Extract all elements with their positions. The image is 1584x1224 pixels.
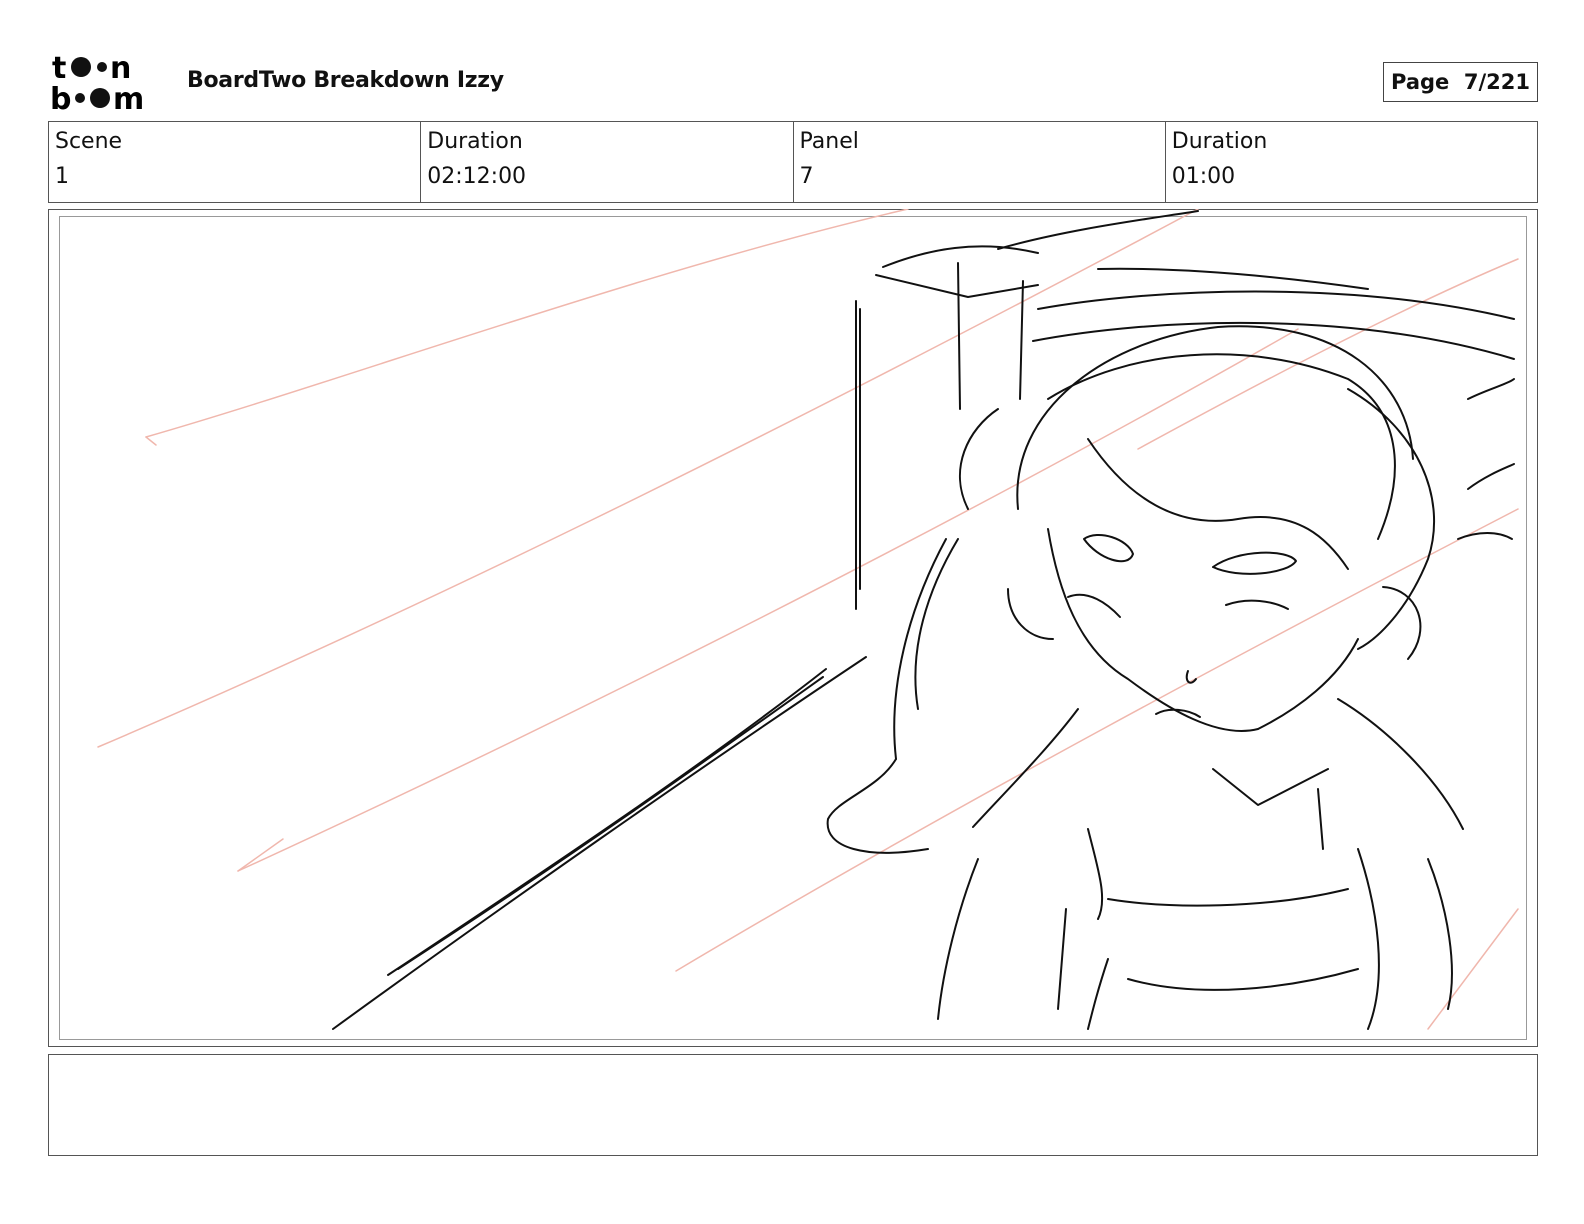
scene-value: 1: [55, 164, 69, 189]
panel-label: Panel: [799, 129, 859, 154]
toonboom-logo: t n b m: [50, 52, 168, 112]
panel-duration-value: 01:00: [1171, 164, 1236, 189]
guide-lines: [97, 209, 1519, 1030]
scene-info-table: Scene 1 Duration 02:12:00 Panel 7 Durati…: [48, 121, 1538, 203]
page-number: 7/221: [1463, 70, 1530, 94]
toonboom-logo-icon: t n b m: [50, 52, 144, 112]
ink-lines: [332, 210, 1515, 1030]
document-title: BoardTwo Breakdown Izzy: [187, 68, 504, 93]
scene-duration-value: 02:12:00: [427, 164, 527, 189]
panel-duration-cell: Duration 01:00: [1166, 122, 1537, 202]
storyboard-sketch-image: [97, 209, 1519, 1030]
page-label: Page: [1391, 70, 1450, 94]
caption-box[interactable]: [48, 1054, 1538, 1156]
storyboard-sketch: [48, 209, 1538, 1047]
panel-duration-label: Duration: [1171, 129, 1268, 154]
scene-duration-label: Duration: [427, 129, 523, 154]
svg-text:b: b: [50, 82, 71, 112]
svg-text:n: n: [110, 52, 131, 86]
scene-label: Scene: [55, 129, 123, 154]
scene-duration-cell: Duration 02:12:00: [421, 122, 794, 202]
panel-value: 7: [799, 164, 814, 189]
svg-text:m: m: [113, 82, 144, 112]
svg-text:t: t: [52, 52, 66, 86]
panel-cell: Panel 7: [794, 122, 1166, 202]
scene-cell: Scene 1: [49, 122, 422, 202]
page-indicator: Page 7/221: [1383, 62, 1538, 102]
